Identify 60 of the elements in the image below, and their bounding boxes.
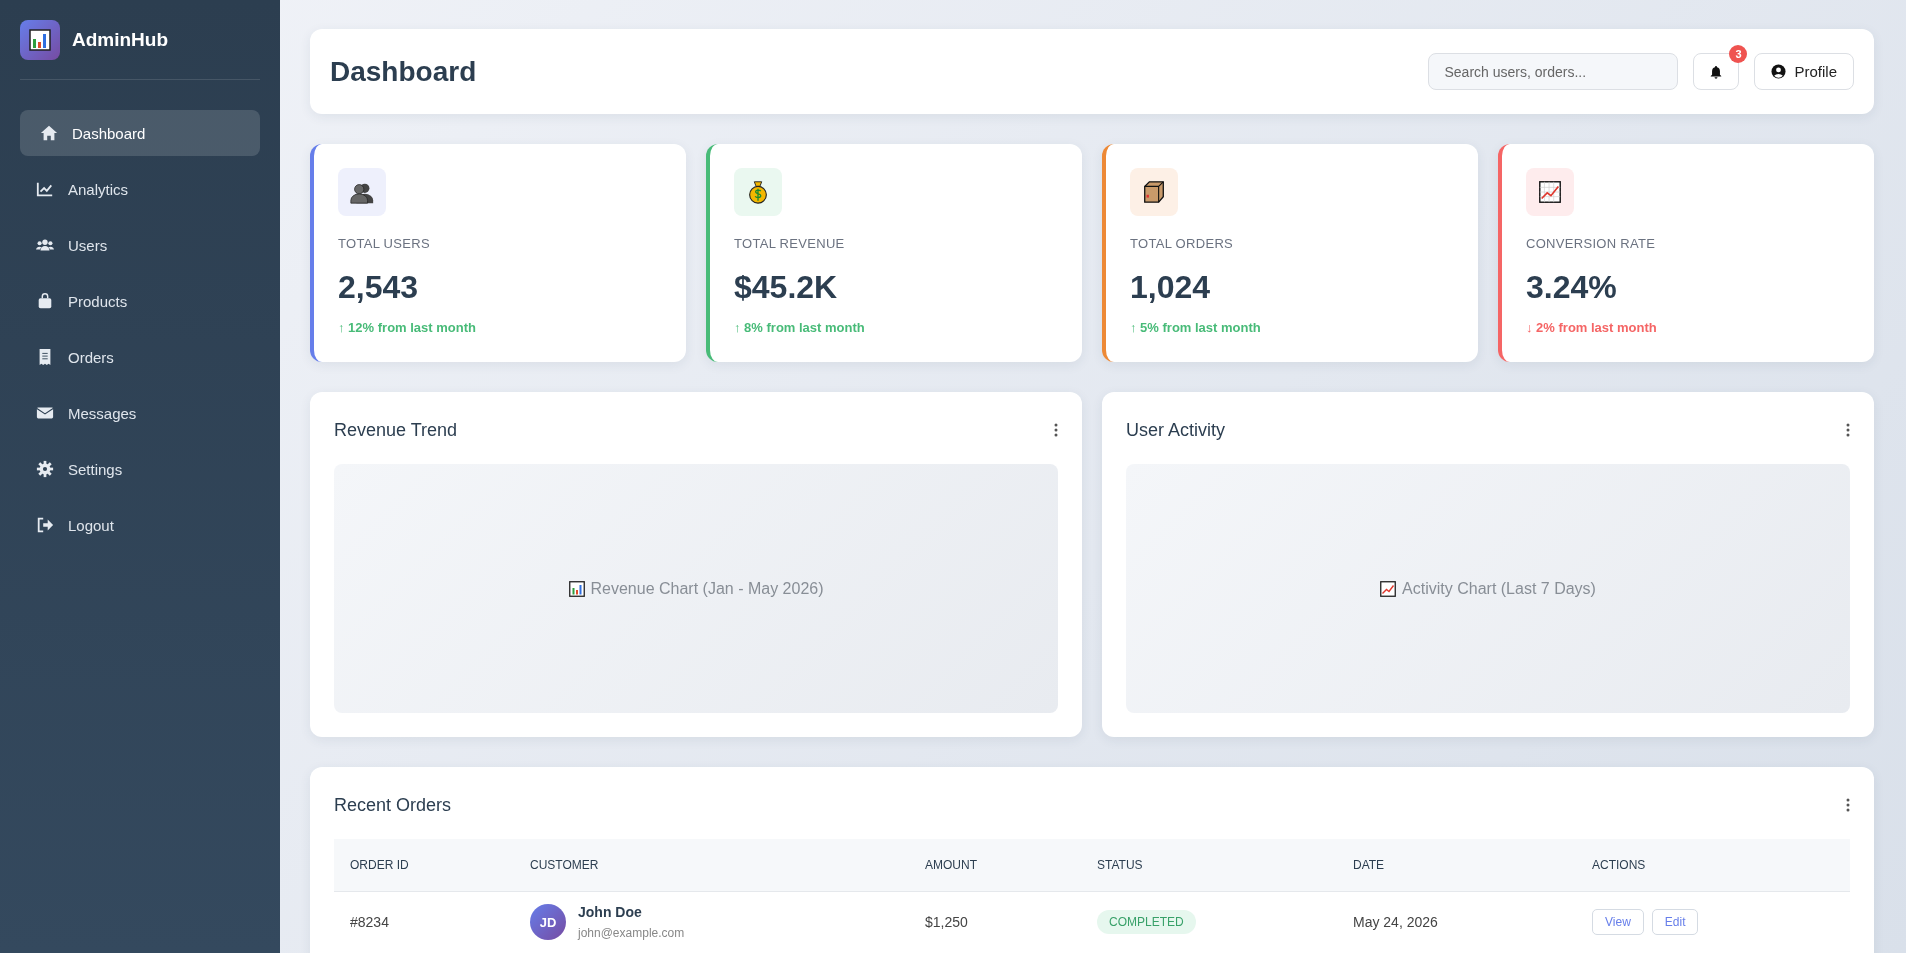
column-header: CUSTOMER: [530, 858, 599, 872]
user-icon: [1771, 64, 1787, 79]
line-chart-icon: [1380, 580, 1397, 597]
stat-value: 3.24%: [1526, 269, 1618, 306]
notification-badge: 3: [1729, 45, 1748, 63]
stat-label: TOTAL USERS: [338, 236, 431, 251]
customer-name: John Doe: [578, 904, 643, 920]
nav-item[interactable]: Products: [20, 278, 260, 324]
card-title: Recent Orders: [334, 794, 452, 816]
card-title: Revenue Trend: [334, 419, 458, 441]
profile-button[interactable]: Profile: [1754, 53, 1854, 90]
search-field[interactable]: Search users, orders...: [1428, 53, 1679, 90]
nav-item[interactable]: Users: [20, 222, 260, 268]
chart-placeholder-text: Revenue Chart (Jan - May 2026): [590, 579, 824, 598]
bar-chart-icon: [568, 580, 585, 597]
stat-label: TOTAL REVENUE: [734, 236, 846, 251]
nav-item[interactable]: Orders: [20, 334, 260, 380]
stat-value: 2,543: [338, 269, 420, 306]
table-cell: $1,250: [925, 914, 968, 930]
line-chart-icon: [36, 180, 54, 198]
customer-email: john@example.com: [578, 926, 685, 940]
settings-icon: [36, 460, 54, 478]
bell-icon: [1709, 64, 1724, 79]
logout-icon: [36, 516, 54, 534]
nav-item[interactable]: Settings: [20, 446, 260, 492]
nav-item[interactable]: Logout: [20, 502, 260, 548]
brand-name: AdminHub: [72, 29, 169, 51]
more-icon[interactable]: [1054, 423, 1058, 437]
line-chart-icon: [1537, 179, 1563, 205]
stat-label: CONVERSION RATE: [1526, 236, 1657, 251]
chart-placeholder-text: Activity Chart (Last 7 Days): [1402, 579, 1596, 598]
column-header: AMOUNT: [925, 858, 977, 872]
stat-change: ↓ 2% from last month: [1526, 320, 1658, 335]
home-icon: [40, 124, 58, 142]
card-title: User Activity: [1126, 419, 1226, 441]
stat-label: TOTAL ORDERS: [1130, 236, 1235, 251]
action-button[interactable]: View: [1592, 909, 1644, 935]
stat-change: ↑ 8% from last month: [734, 320, 866, 335]
nav-item[interactable]: Dashboard: [20, 110, 260, 156]
more-icon[interactable]: [1846, 798, 1850, 812]
table-cell: #8234: [350, 914, 389, 930]
nav-item[interactable]: Analytics: [20, 166, 260, 212]
action-button[interactable]: Edit: [1651, 909, 1699, 935]
status-badge: COMPLETED: [1097, 910, 1196, 934]
stat-change: ↑ 5% from last month: [1130, 320, 1262, 335]
stat-change: ↑ 12% from last month: [338, 320, 477, 335]
table-cell: May 24, 2026: [1353, 914, 1438, 930]
stat-value: 1,024: [1130, 269, 1212, 306]
box-icon: [1141, 179, 1167, 205]
logo-icon: [20, 20, 60, 60]
nav-item[interactable]: Messages: [20, 390, 260, 436]
more-icon[interactable]: [1846, 423, 1850, 437]
column-header: STATUS: [1097, 858, 1143, 872]
avatar: JD: [530, 904, 566, 940]
bag-icon: [36, 292, 54, 310]
column-header: ORDER ID: [350, 858, 409, 872]
column-header: ACTIONS: [1592, 858, 1646, 872]
column-header: DATE: [1353, 858, 1385, 872]
page-title: Dashboard: [330, 55, 477, 88]
stat-value: $45.2K: [734, 269, 839, 306]
